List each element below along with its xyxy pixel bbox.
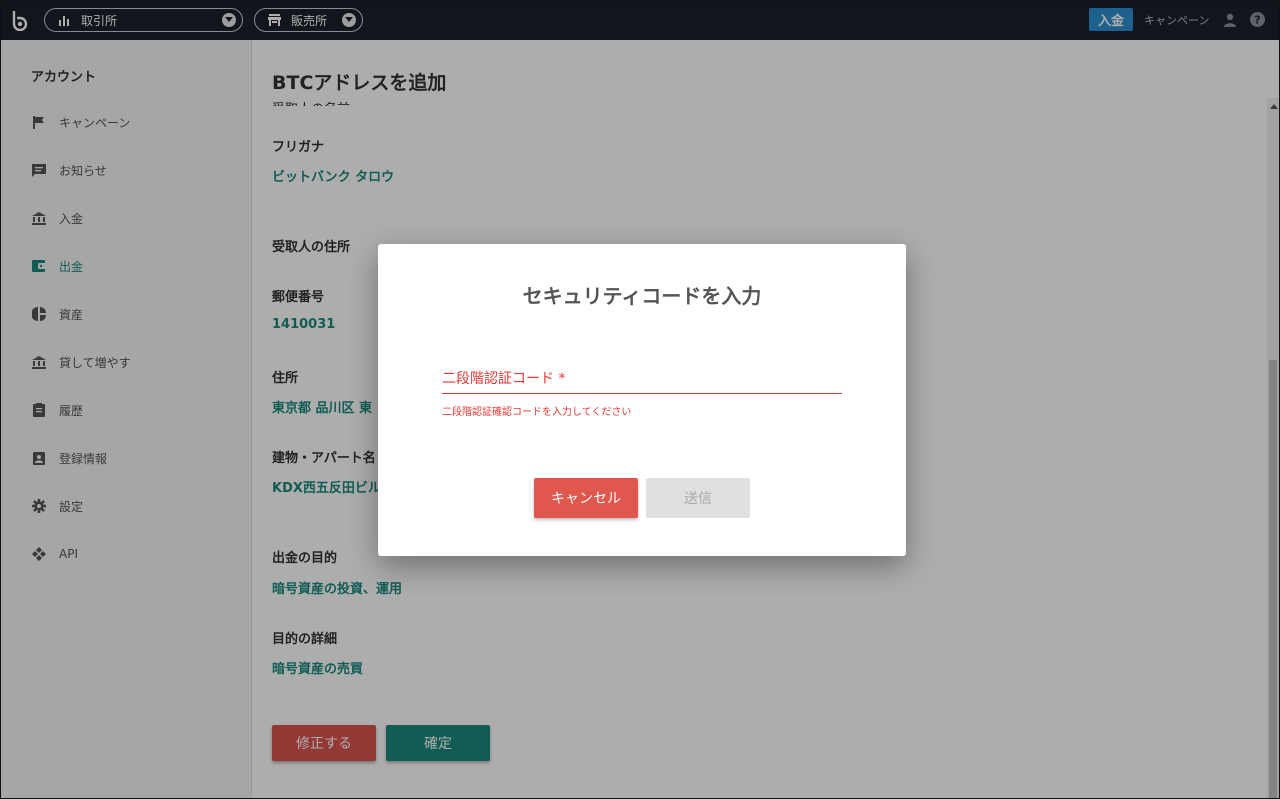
security-code-dialog: セキュリティコードを入力 二段階認証コード * 二段階認証確認コードを入力してく…	[378, 244, 906, 556]
two-factor-error-message: 二段階認証確認コードを入力してください	[442, 407, 632, 418]
dialog-title: セキュリティコードを入力	[522, 284, 762, 308]
send-button[interactable]: 送信	[646, 478, 750, 518]
cancel-button[interactable]: キャンセル	[534, 478, 638, 518]
two-factor-code-input[interactable]	[442, 364, 842, 394]
